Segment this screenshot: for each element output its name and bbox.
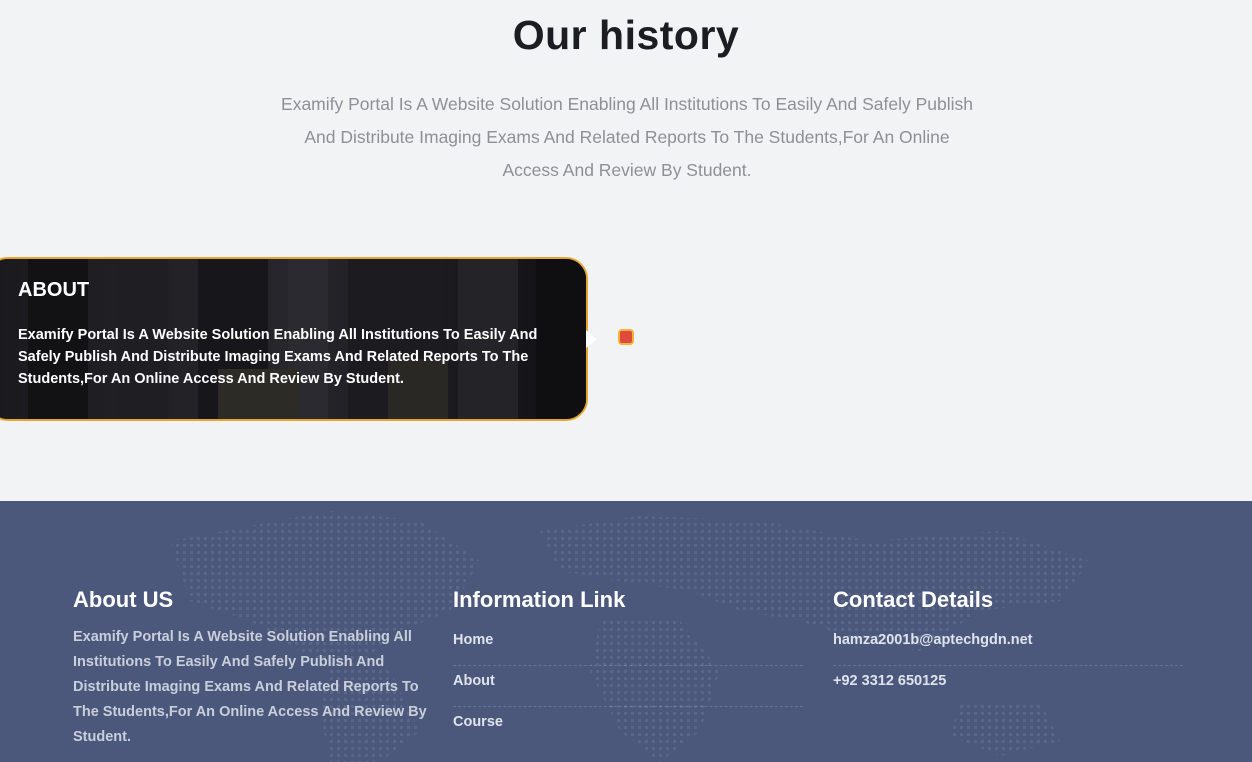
footer-link-list: Home About Course	[453, 625, 803, 748]
history-description: Examify Portal Is A Website Solution Ena…	[281, 94, 973, 180]
footer-contact-title: Contact Details	[833, 587, 994, 612]
footer-information-column: Information Link Home About Course	[453, 587, 803, 748]
timeline-card: ABOUT Examify Portal Is A Website Soluti…	[0, 257, 588, 421]
timeline-card-title: ABOUT	[18, 279, 90, 301]
page-title: Our history	[512, 12, 740, 58]
footer-about-text: Examify Portal Is A Website Solution Ena…	[73, 629, 427, 745]
footer-about-title: About US	[73, 587, 174, 612]
footer-about-column: About US Examify Portal Is A Website Sol…	[73, 587, 429, 750]
contact-email-link[interactable]: hamza2001b@aptechgdn.net	[833, 625, 1183, 666]
contact-phone-link[interactable]: +92 3312 650125	[833, 666, 1183, 707]
footer-information-title: Information Link	[453, 587, 626, 612]
footer-link-course[interactable]: Course	[453, 707, 803, 748]
timeline-card-text: Examify Portal Is A Website Solution Ena…	[18, 327, 538, 387]
history-section: Our history Examify Portal Is A Website …	[0, 0, 1252, 501]
footer-link-about[interactable]: About	[453, 666, 803, 707]
footer-contact-list: hamza2001b@aptechgdn.net +92 3312 650125	[833, 625, 1183, 707]
footer-link-home[interactable]: Home	[453, 625, 803, 666]
site-footer: About US Examify Portal Is A Website Sol…	[0, 501, 1252, 762]
timeline-marker-dot[interactable]	[618, 329, 634, 345]
footer-contact-column: Contact Details hamza2001b@aptechgdn.net…	[833, 587, 1183, 707]
timeline-pointer-arrow	[586, 330, 597, 348]
